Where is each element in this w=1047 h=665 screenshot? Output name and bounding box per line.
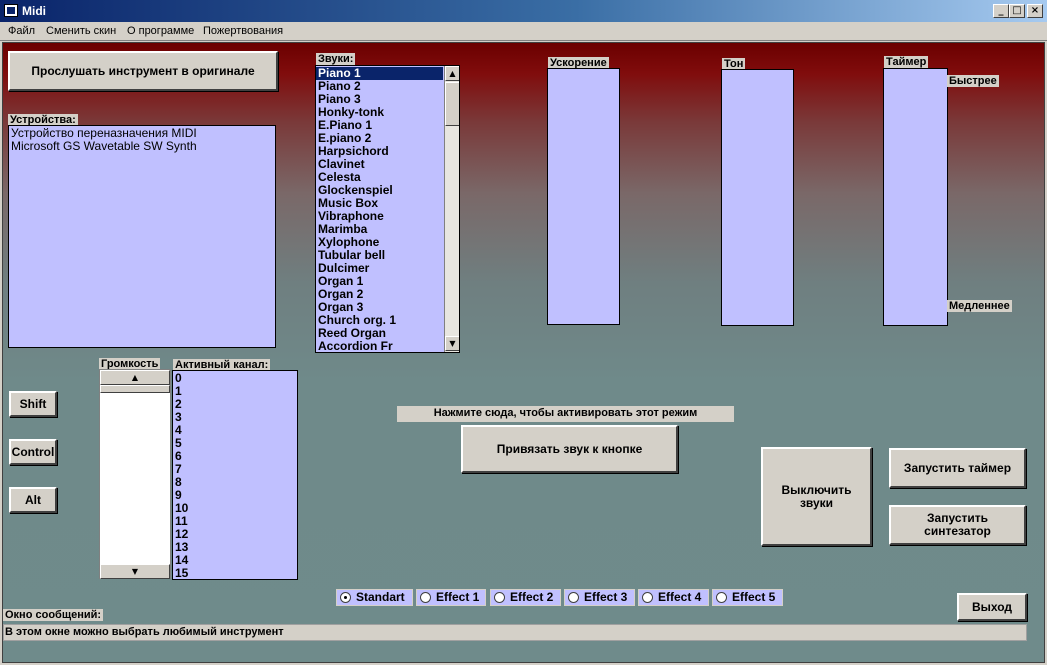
effect-label: Effect 1: [436, 590, 480, 604]
exit-button[interactable]: Выход: [957, 593, 1027, 621]
minimize-button[interactable]: _: [993, 4, 1009, 18]
volume-thumb[interactable]: [100, 385, 170, 393]
effect-label: Effect 2: [510, 590, 554, 604]
alt-button[interactable]: Alt: [9, 487, 57, 513]
radio-unchecked-icon: [716, 592, 727, 603]
menu-donations[interactable]: Пожертвования: [203, 25, 283, 37]
start-synth-button[interactable]: Запустить синтезатор: [889, 505, 1026, 545]
channel-item[interactable]: 1: [173, 385, 297, 398]
message-box: В этом окне можно выбрать любимый инстру…: [3, 624, 1027, 641]
timer-label: Таймер: [884, 56, 929, 68]
channel-item[interactable]: 15: [173, 567, 297, 580]
menu-change-skin[interactable]: Сменить скин: [46, 25, 116, 37]
radio-checked-icon: [340, 592, 351, 603]
channel-item[interactable]: 3: [173, 411, 297, 424]
effect-radio-1[interactable]: Effect 1: [416, 589, 486, 606]
mode-hint[interactable]: Нажмите сюда, чтобы активировать этот ре…: [397, 406, 734, 422]
effect-radio-4[interactable]: Effect 4: [638, 589, 709, 606]
maximize-button[interactable]: □: [1009, 4, 1025, 18]
acceleration-slider[interactable]: [547, 68, 620, 325]
sound-item[interactable]: Accordion Fr: [316, 340, 443, 353]
menu-about[interactable]: О программе: [127, 25, 194, 37]
mute-button[interactable]: Выключить звуки: [761, 447, 872, 546]
sounds-scrollbar[interactable]: ▲ ▼: [444, 66, 459, 352]
channel-item[interactable]: 5: [173, 437, 297, 450]
volume-scrollbar[interactable]: ▲ ▼: [99, 369, 171, 579]
scroll-thumb[interactable]: [445, 82, 459, 126]
effect-label: Effect 4: [658, 590, 702, 604]
tone-slider[interactable]: [721, 69, 794, 326]
control-button[interactable]: Control: [9, 439, 57, 465]
bind-sound-button[interactable]: Привязать звук к кнопке: [461, 425, 678, 473]
volume-up-arrow-icon[interactable]: ▲: [100, 370, 170, 385]
radio-unchecked-icon: [568, 592, 579, 603]
volume-down-arrow-icon[interactable]: ▼: [100, 564, 170, 579]
shift-button[interactable]: Shift: [9, 391, 57, 417]
app-icon: [4, 4, 18, 17]
title-bar: Midi _ □ ×: [0, 0, 1047, 22]
channel-list[interactable]: 0 1 2 3 4 5 6 7 8 9 10 11 12 13 14 15: [172, 370, 298, 580]
radio-unchecked-icon: [420, 592, 431, 603]
faster-label: Быстрее: [947, 75, 999, 87]
effect-radio-5[interactable]: Effect 5: [712, 589, 783, 606]
channel-item[interactable]: 8: [173, 476, 297, 489]
listen-original-button[interactable]: Прослушать инструмент в оригинале: [8, 51, 278, 91]
menu-file[interactable]: Файл: [8, 25, 35, 37]
channel-item[interactable]: 7: [173, 463, 297, 476]
effect-radio-3[interactable]: Effect 3: [564, 589, 635, 606]
scroll-up-arrow-icon[interactable]: ▲: [445, 66, 459, 81]
effect-label: Standart: [356, 590, 405, 604]
channel-item[interactable]: 6: [173, 450, 297, 463]
channel-item[interactable]: 2: [173, 398, 297, 411]
window-title: Midi: [22, 4, 46, 18]
start-timer-button[interactable]: Запустить таймер: [889, 448, 1026, 488]
effect-radio-standart[interactable]: Standart: [336, 589, 413, 606]
sounds-list[interactable]: Piano 1 Piano 2 Piano 3 Honky-tonk E.Piano 1…: [315, 65, 460, 353]
device-item[interactable]: Microsoft GS Wavetable SW Synth: [11, 140, 273, 153]
channel-item[interactable]: 9: [173, 489, 297, 502]
timer-slider[interactable]: [883, 68, 948, 326]
menu-bar: Файл Сменить скин О программе Пожертвова…: [0, 22, 1047, 41]
radio-unchecked-icon: [642, 592, 653, 603]
channel-item[interactable]: 0: [173, 372, 297, 385]
channel-item[interactable]: 10: [173, 502, 297, 515]
devices-list[interactable]: Устройство переназначения MIDI Microsoft…: [8, 125, 276, 348]
radio-unchecked-icon: [494, 592, 505, 603]
channel-item[interactable]: 12: [173, 528, 297, 541]
effect-radio-2[interactable]: Effect 2: [490, 589, 561, 606]
effect-label: Effect 5: [732, 590, 776, 604]
sounds-label: Звуки:: [316, 53, 356, 65]
close-button[interactable]: ×: [1027, 4, 1043, 18]
messages-label: Окно сообщений:: [3, 609, 104, 621]
channel-item[interactable]: 13: [173, 541, 297, 554]
channel-item[interactable]: 4: [173, 424, 297, 437]
scroll-down-arrow-icon[interactable]: ▼: [445, 336, 459, 351]
effect-label: Effect 3: [584, 590, 628, 604]
slower-label: Медленнее: [947, 300, 1012, 312]
channel-item[interactable]: 14: [173, 554, 297, 567]
channel-item[interactable]: 11: [173, 515, 297, 528]
